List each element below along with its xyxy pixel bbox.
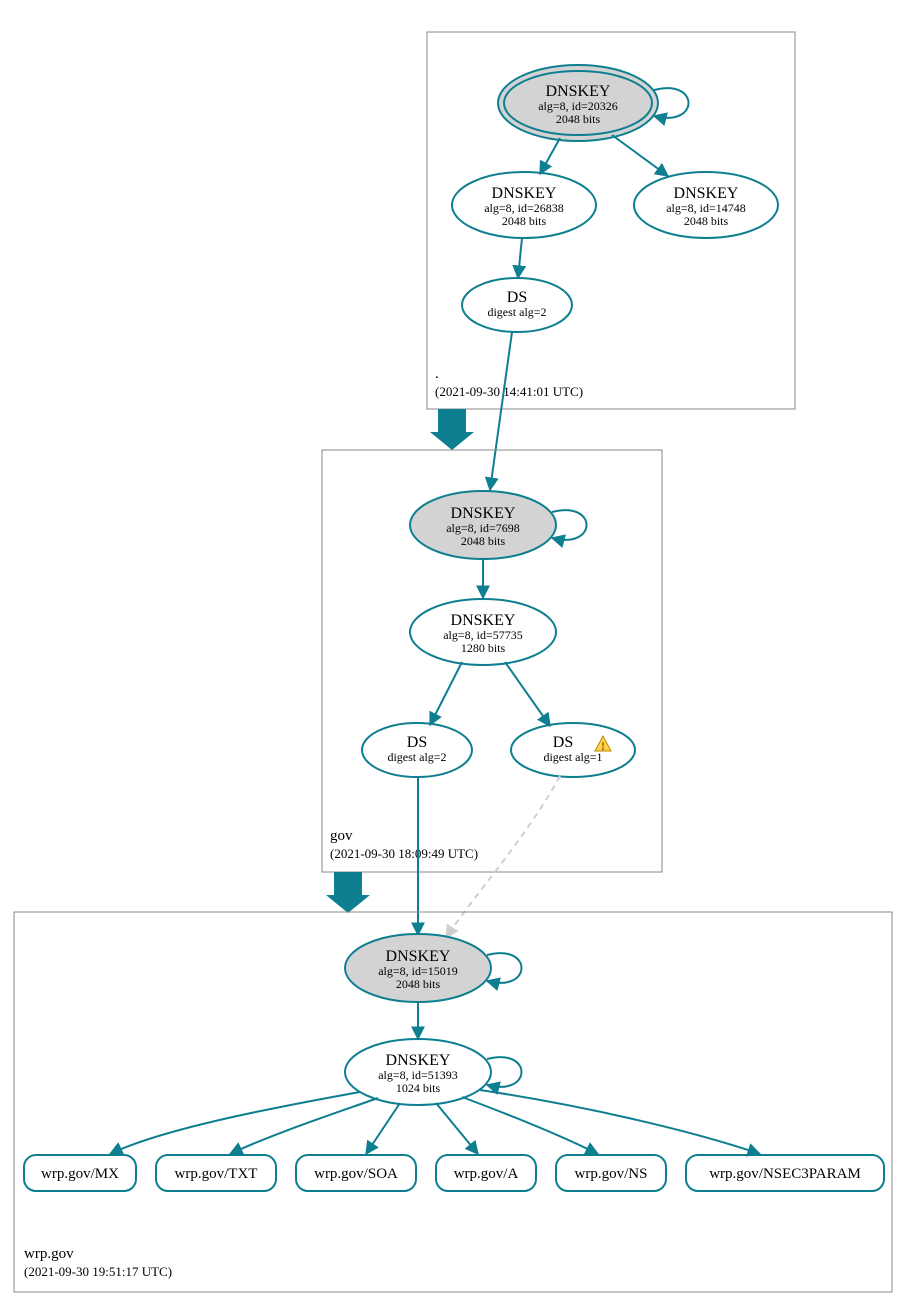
rr-a: wrp.gov/A	[436, 1155, 536, 1191]
svg-text:DNSKEY: DNSKEY	[386, 948, 451, 965]
svg-text:wrp.gov/A: wrp.gov/A	[454, 1166, 519, 1182]
node-gov-ds2: DS digest alg=1 !	[511, 723, 635, 777]
svg-text:alg=8, id=7698: alg=8, id=7698	[446, 521, 520, 535]
edge-zsk-a	[436, 1103, 478, 1154]
zone-ts-root: (2021-09-30 14:41:01 UTC)	[435, 384, 583, 399]
self-loop-gov-ksk	[552, 510, 587, 540]
edge-rootksk-zsk2	[612, 135, 668, 176]
svg-text:alg=8, id=15019: alg=8, id=15019	[378, 964, 458, 978]
rr-ns: wrp.gov/NS	[556, 1155, 666, 1191]
svg-text:digest alg=2: digest alg=2	[487, 305, 546, 319]
rr-soa: wrp.gov/SOA	[296, 1155, 416, 1191]
rr-txt: wrp.gov/TXT	[156, 1155, 276, 1191]
delegation-arrow-gov-wrp	[326, 872, 370, 913]
zone-ts-wrp: (2021-09-30 19:51:17 UTC)	[24, 1264, 172, 1279]
self-loop-root-ksk	[654, 88, 689, 118]
svg-text:wrp.gov/NSEC3PARAM: wrp.gov/NSEC3PARAM	[709, 1166, 861, 1182]
node-root-zsk2: DNSKEY alg=8, id=14748 2048 bits	[634, 172, 778, 238]
node-gov-ds1: DS digest alg=2	[362, 723, 472, 777]
root-ksk-title: DNSKEY	[546, 83, 611, 100]
root-ksk-l1: alg=8, id=20326	[538, 99, 618, 113]
svg-text:wrp.gov/NS: wrp.gov/NS	[575, 1166, 648, 1182]
svg-text:wrp.gov/TXT: wrp.gov/TXT	[175, 1166, 258, 1182]
svg-text:DS: DS	[407, 734, 427, 751]
self-loop-wrp-ksk	[487, 953, 522, 983]
svg-text:alg=8, id=57735: alg=8, id=57735	[443, 628, 523, 642]
svg-text:alg=8, id=14748: alg=8, id=14748	[666, 201, 746, 215]
edge-zsk-soa	[366, 1103, 400, 1154]
svg-text:2048 bits: 2048 bits	[461, 534, 506, 548]
svg-text:alg=8, id=51393: alg=8, id=51393	[378, 1068, 458, 1082]
svg-text:DNSKEY: DNSKEY	[492, 185, 557, 202]
delegation-arrow-root-gov	[430, 409, 474, 450]
node-gov-zsk: DNSKEY alg=8, id=57735 1280 bits	[410, 599, 556, 665]
node-wrp-zsk: DNSKEY alg=8, id=51393 1024 bits	[345, 1039, 491, 1105]
edge-zsk-mx	[110, 1092, 360, 1154]
node-wrp-ksk: DNSKEY alg=8, id=15019 2048 bits	[345, 934, 491, 1002]
zone-name-root: .	[435, 366, 439, 382]
root-ksk-l2: 2048 bits	[556, 112, 601, 126]
svg-text:wrp.gov/MX: wrp.gov/MX	[41, 1166, 119, 1182]
svg-text:1280 bits: 1280 bits	[461, 641, 506, 655]
node-root-ksk: DNSKEY alg=8, id=20326 2048 bits	[498, 65, 658, 141]
zone-ts-gov: (2021-09-30 18:09:49 UTC)	[330, 846, 478, 861]
node-gov-ksk: DNSKEY alg=8, id=7698 2048 bits	[410, 491, 556, 559]
rr-nsec: wrp.gov/NSEC3PARAM	[686, 1155, 884, 1191]
svg-text:digest alg=1: digest alg=1	[543, 750, 602, 764]
svg-text:DNSKEY: DNSKEY	[451, 612, 516, 629]
svg-text:2048 bits: 2048 bits	[684, 214, 729, 228]
svg-text:alg=8, id=26838: alg=8, id=26838	[484, 201, 564, 215]
svg-text:DS: DS	[507, 289, 527, 306]
svg-text:digest alg=2: digest alg=2	[387, 750, 446, 764]
svg-text:DNSKEY: DNSKEY	[386, 1052, 451, 1069]
edge-govzsk-ds2	[505, 662, 550, 726]
edge-rootzsk-ds	[518, 238, 522, 278]
edge-zsk-txt	[230, 1098, 378, 1154]
edge-zsk-nsec	[480, 1090, 760, 1154]
zone-name-gov: gov	[330, 828, 353, 844]
svg-text:!: !	[601, 739, 605, 753]
edge-zsk-ns	[462, 1097, 598, 1154]
svg-text:DNSKEY: DNSKEY	[451, 505, 516, 522]
node-root-zsk1: DNSKEY alg=8, id=26838 2048 bits	[452, 172, 596, 238]
self-loop-wrp-zsk	[487, 1057, 522, 1087]
zone-name-wrp: wrp.gov	[24, 1246, 74, 1262]
svg-text:2048 bits: 2048 bits	[502, 214, 547, 228]
svg-text:DS: DS	[553, 734, 573, 751]
svg-text:wrp.gov/SOA: wrp.gov/SOA	[314, 1166, 398, 1182]
edge-rootksk-zsk1	[540, 138, 560, 174]
edge-govzsk-ds1	[430, 662, 462, 725]
svg-text:2048 bits: 2048 bits	[396, 977, 441, 991]
svg-text:DNSKEY: DNSKEY	[674, 185, 739, 202]
rr-mx: wrp.gov/MX	[24, 1155, 136, 1191]
svg-text:1024 bits: 1024 bits	[396, 1081, 441, 1095]
edge-rootds-govksk	[490, 332, 512, 490]
node-root-ds: DS digest alg=2	[462, 278, 572, 332]
